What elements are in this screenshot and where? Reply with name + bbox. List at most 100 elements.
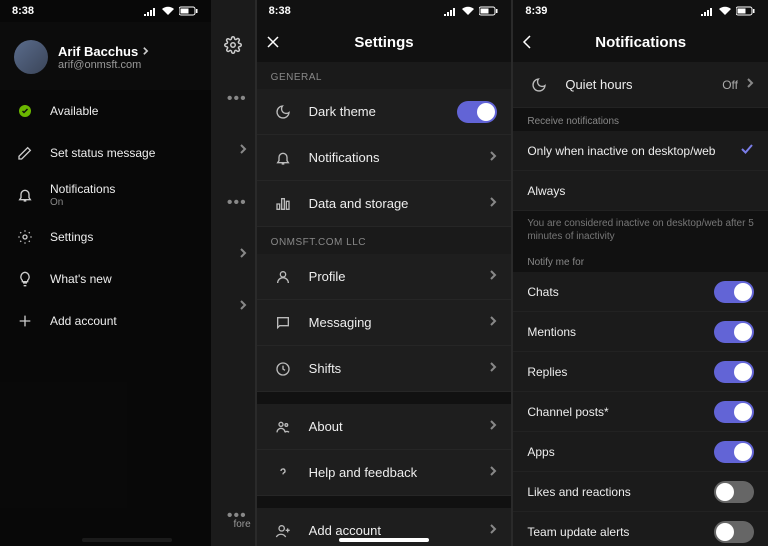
chevron-right-icon — [489, 523, 497, 538]
drawer-add-account[interactable]: Add account — [0, 300, 211, 342]
more-icon[interactable]: ••• — [227, 194, 247, 212]
chevron-right-icon[interactable] — [239, 142, 247, 160]
chevron-right-icon[interactable] — [239, 246, 247, 264]
row-help[interactable]: Help and feedback — [257, 450, 512, 496]
notifications-sub: On — [50, 197, 115, 208]
option-inactive-label: Only when inactive on desktop/web — [527, 144, 740, 158]
replies-toggle[interactable] — [714, 361, 754, 383]
receive-section-label: Receive notifications — [513, 108, 768, 131]
gear-icon[interactable] — [224, 36, 242, 59]
channel-posts-label: Channel posts* — [527, 405, 714, 419]
chat-icon — [271, 315, 295, 331]
phone-screen-drawer: ••• ••• ••• 8:38 Arif Bacchus arif@onmsf… — [0, 0, 255, 546]
chats-toggle[interactable] — [714, 281, 754, 303]
drawer-whats-new[interactable]: What's new — [0, 258, 211, 300]
shifts-label: Shifts — [309, 361, 490, 376]
likes-toggle[interactable] — [714, 481, 754, 503]
data-storage-label: Data and storage — [309, 196, 490, 211]
notifications-label: Notifications — [309, 150, 490, 165]
row-profile[interactable]: Profile — [257, 254, 512, 300]
drawer-settings[interactable]: Settings — [0, 216, 211, 258]
chats-label: Chats — [527, 285, 714, 299]
drawer-notifications[interactable]: Notifications On — [0, 174, 211, 216]
moon-icon — [271, 104, 295, 120]
status-bar: 8:39 — [513, 0, 768, 22]
team-alerts-toggle[interactable] — [714, 521, 754, 543]
close-button[interactable] — [265, 34, 281, 50]
apps-toggle[interactable] — [714, 441, 754, 463]
data-icon — [271, 196, 295, 212]
option-always[interactable]: Always — [513, 171, 768, 211]
chevron-right-icon — [142, 46, 149, 56]
about-label: About — [309, 419, 490, 434]
notifications-label: Notifications — [50, 182, 115, 196]
option-inactive[interactable]: Only when inactive on desktop/web — [513, 131, 768, 171]
row-team-alerts[interactable]: Team update alerts — [513, 512, 768, 546]
moon-icon — [527, 77, 551, 93]
chevron-right-icon — [489, 465, 497, 480]
row-dark-theme[interactable]: Dark theme — [257, 89, 512, 135]
profile-label: Profile — [309, 269, 490, 284]
mentions-toggle[interactable] — [714, 321, 754, 343]
dark-theme-toggle[interactable] — [457, 101, 497, 123]
row-messaging[interactable]: Messaging — [257, 300, 512, 346]
row-quiet-hours[interactable]: Quiet hours Off — [513, 62, 768, 108]
status-icons — [443, 6, 499, 16]
underlay-peek: ••• ••• ••• — [211, 0, 255, 546]
team-alerts-label: Team update alerts — [527, 525, 714, 539]
quiet-hours-value: Off — [722, 78, 738, 92]
status-time: 8:38 — [12, 5, 34, 17]
row-chats[interactable]: Chats — [513, 272, 768, 312]
row-mentions[interactable]: Mentions — [513, 312, 768, 352]
presence-icon — [14, 105, 36, 117]
messaging-label: Messaging — [309, 315, 490, 330]
row-shifts[interactable]: Shifts — [257, 346, 512, 392]
dark-theme-label: Dark theme — [309, 104, 458, 119]
row-about[interactable]: About — [257, 404, 512, 450]
chevron-right-icon — [489, 269, 497, 284]
back-button[interactable] — [521, 34, 533, 50]
option-always-label: Always — [527, 184, 754, 198]
status-bar: 8:38 — [257, 0, 512, 22]
row-likes[interactable]: Likes and reactions — [513, 472, 768, 512]
chevron-right-icon — [746, 77, 754, 92]
section-org: ONMSFT.COM LLC — [257, 227, 512, 254]
status-bar: 8:38 — [0, 0, 211, 22]
chevron-right-icon — [489, 361, 497, 376]
whats-new-label: What's new — [50, 272, 112, 286]
profile-header[interactable]: Arif Bacchus arif@onmsft.com — [0, 22, 211, 90]
teams-icon — [271, 419, 295, 435]
status-message-label: Set status message — [50, 146, 155, 160]
mentions-label: Mentions — [527, 325, 714, 339]
lightbulb-icon — [14, 271, 36, 287]
status-icons — [143, 6, 199, 16]
row-apps[interactable]: Apps — [513, 432, 768, 472]
drawer-status-message[interactable]: Set status message — [0, 132, 211, 174]
likes-label: Likes and reactions — [527, 485, 714, 499]
replies-label: Replies — [527, 365, 714, 379]
settings-label: Settings — [50, 230, 93, 244]
row-channel-posts[interactable]: Channel posts* — [513, 392, 768, 432]
section-general: GENERAL — [257, 62, 512, 89]
row-data-storage[interactable]: Data and storage — [257, 181, 512, 227]
channel-posts-toggle[interactable] — [714, 401, 754, 423]
drawer-presence[interactable]: Available — [0, 90, 211, 132]
profile-icon — [271, 269, 295, 285]
help-label: Help and feedback — [309, 465, 490, 480]
chevron-right-icon[interactable] — [239, 298, 247, 316]
avatar — [14, 40, 48, 74]
chevron-right-icon — [489, 150, 497, 165]
page-title: Notifications — [595, 34, 686, 51]
user-name: Arif Bacchus — [58, 44, 138, 59]
row-replies[interactable]: Replies — [513, 352, 768, 392]
more-label: fore — [233, 519, 250, 530]
presence-label: Available — [50, 104, 98, 118]
more-icon[interactable]: ••• — [227, 90, 247, 108]
phone-screen-notifications: 8:39 Notifications Quiet hours Off Recei… — [513, 0, 768, 546]
chevron-right-icon — [489, 419, 497, 434]
add-account-label: Add account — [309, 523, 490, 538]
edit-icon — [14, 145, 36, 161]
home-indicator[interactable] — [339, 538, 429, 542]
chevron-right-icon — [489, 196, 497, 211]
row-notifications[interactable]: Notifications — [257, 135, 512, 181]
